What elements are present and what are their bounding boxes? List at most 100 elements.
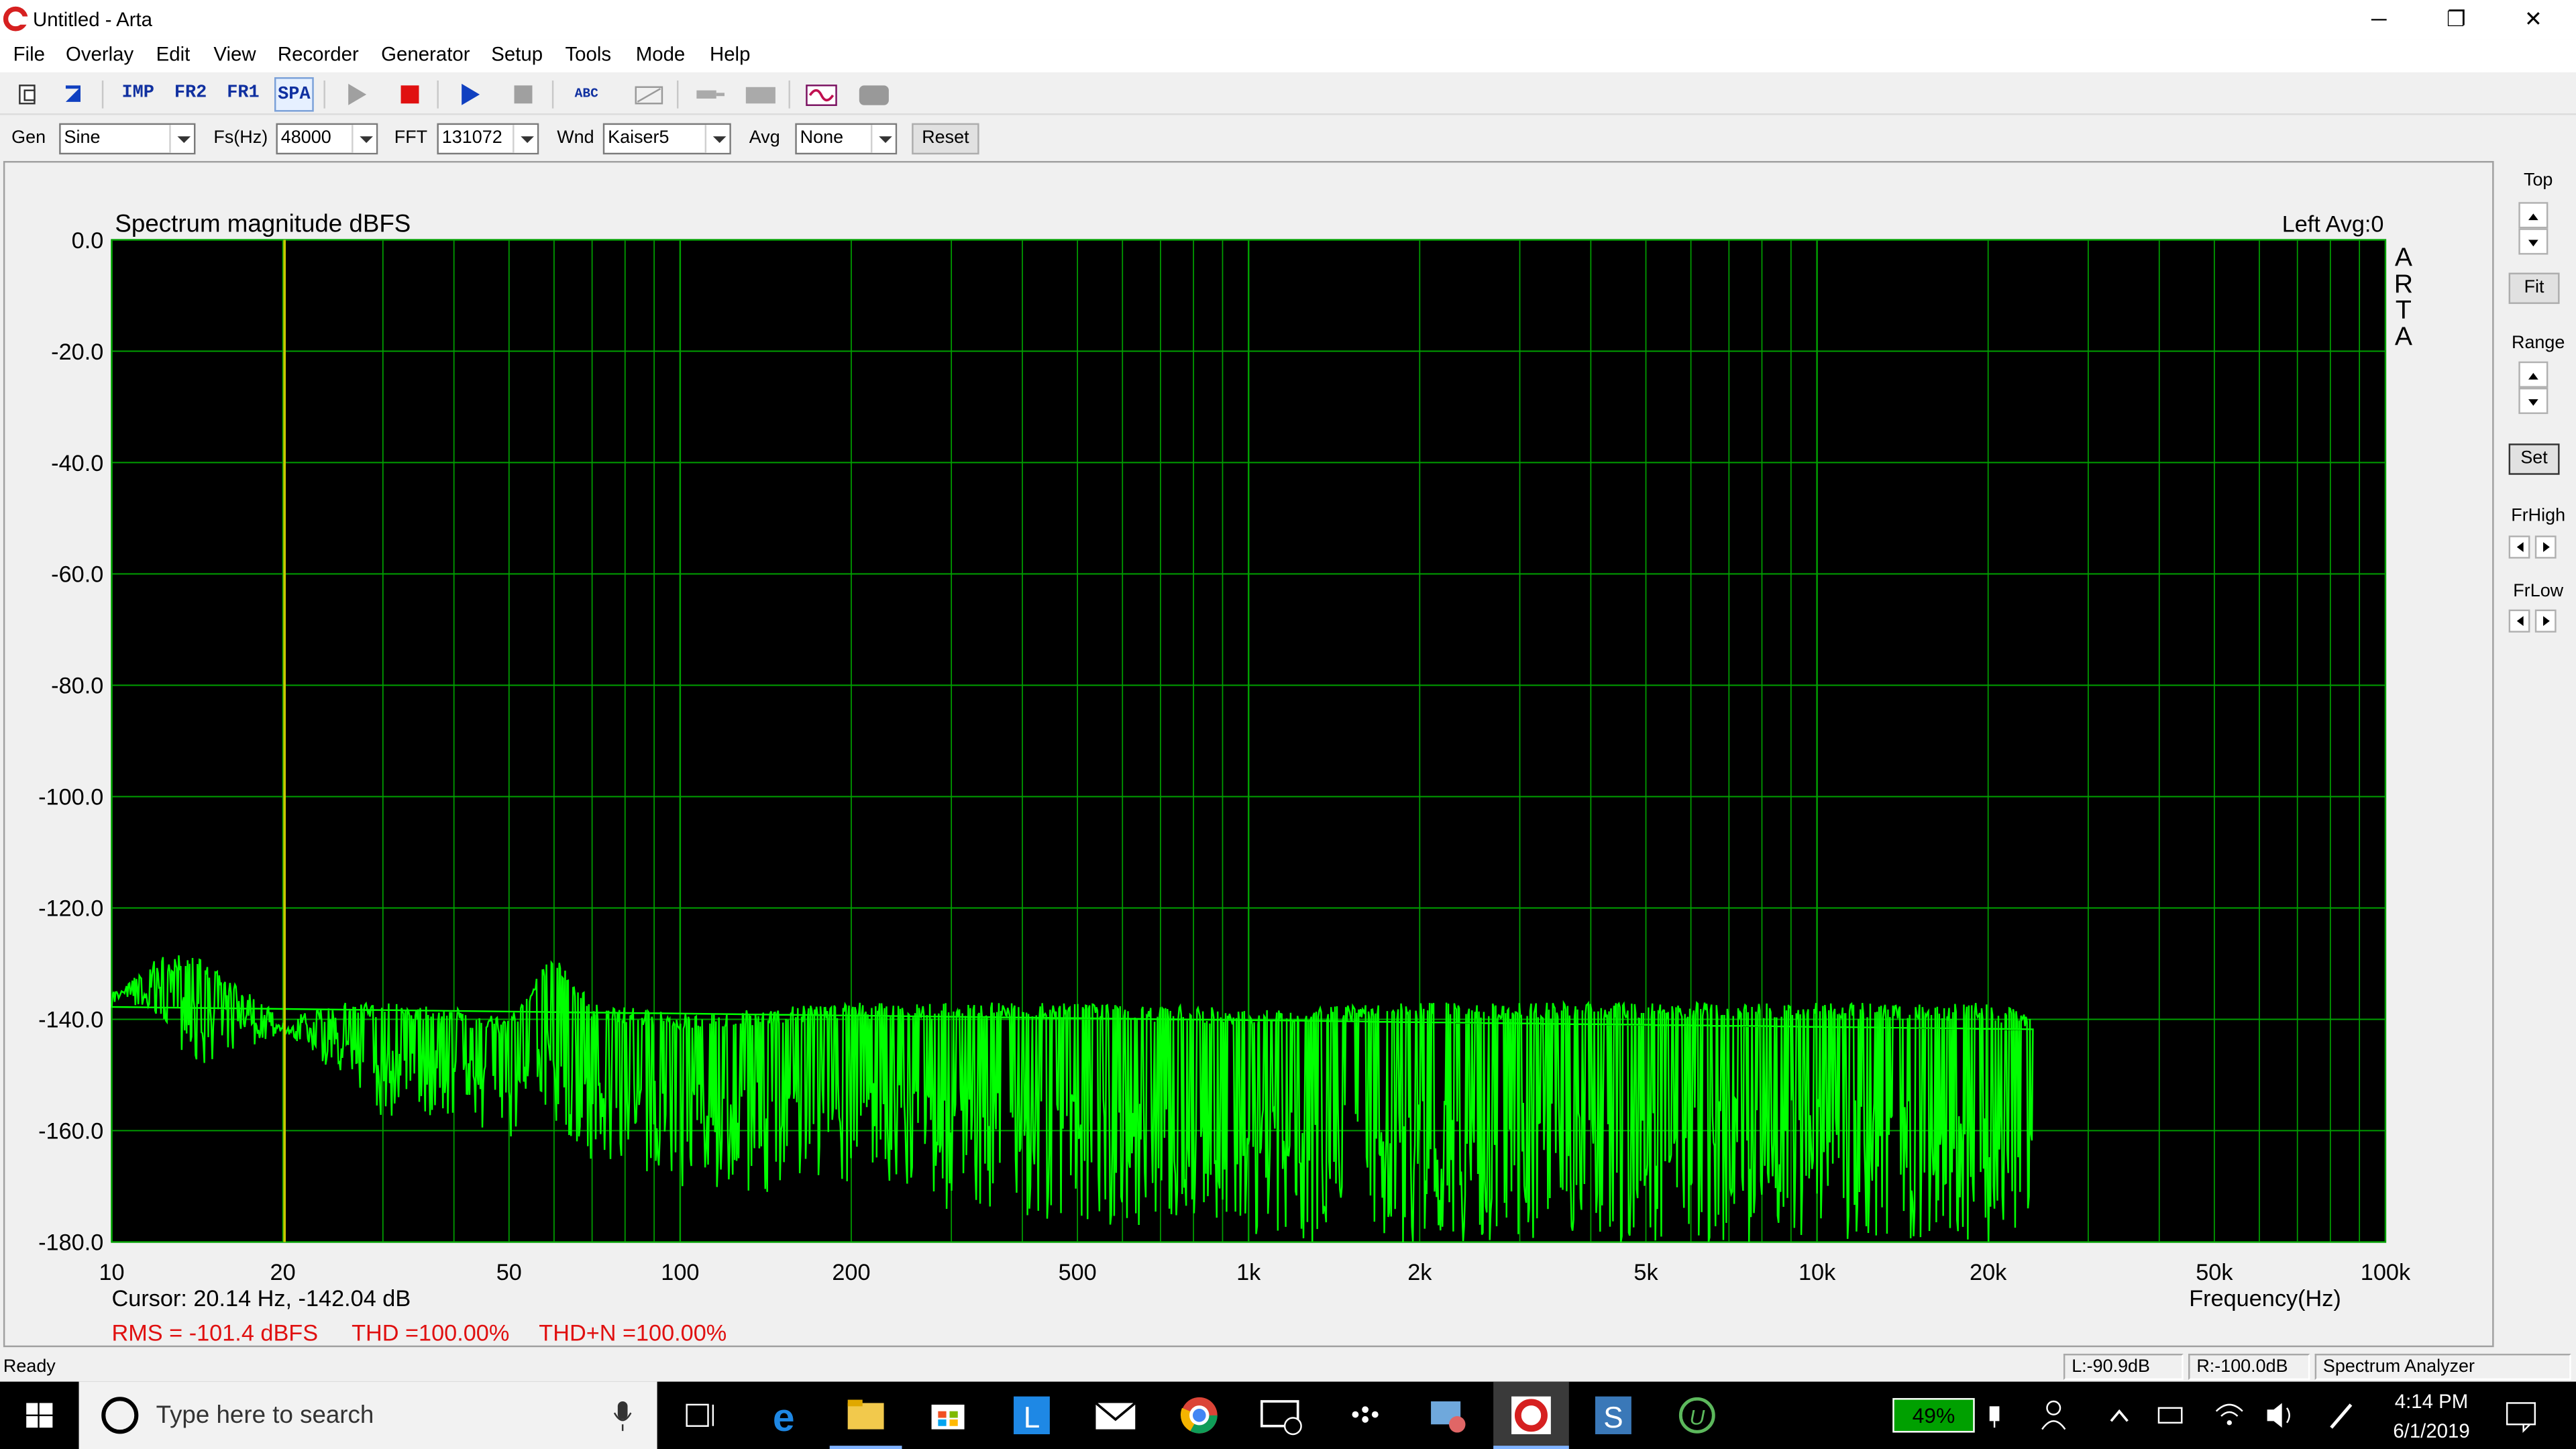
spectrum-chart[interactable]: Spectrum magnitude dBFS Left Avg:0 A R T… xyxy=(5,162,2492,1345)
remote-desktop-icon[interactable] xyxy=(1245,1382,1318,1449)
device-icon[interactable] xyxy=(741,77,780,111)
chevron-down-icon[interactable] xyxy=(704,125,730,153)
record-arrow-icon[interactable] xyxy=(54,77,94,111)
taskbar-search-box[interactable]: Type here to search xyxy=(78,1381,657,1449)
open-file-icon[interactable] xyxy=(8,77,48,111)
y-tick-label: -160.0 xyxy=(38,1119,103,1144)
speaker-box-icon[interactable] xyxy=(854,77,894,111)
store-icon[interactable] xyxy=(912,1382,984,1449)
rms-readout: RMS = -101.4 dBFS xyxy=(112,1320,319,1345)
thdn-readout: THD+N =100.00% xyxy=(539,1320,727,1345)
fs-select[interactable]: 48000 xyxy=(276,123,378,155)
y-tick-label: -60.0 xyxy=(51,562,103,588)
avg-value: None xyxy=(800,128,844,148)
probe-icon[interactable] xyxy=(690,77,730,111)
file-explorer-icon[interactable] xyxy=(829,1382,902,1449)
thd-readout: THD =100.00% xyxy=(352,1320,509,1345)
chevron-down-icon[interactable] xyxy=(169,125,194,153)
fr2-mode-button[interactable]: FR2 xyxy=(171,77,211,111)
l-app-icon[interactable]: L xyxy=(996,1382,1068,1449)
windows-start-icon[interactable] xyxy=(0,1382,79,1449)
menu-mode[interactable]: Mode xyxy=(636,43,686,66)
chevron-down-icon[interactable] xyxy=(870,125,896,153)
arta-taskbar-icon[interactable] xyxy=(1493,1381,1569,1449)
task-view-icon[interactable] xyxy=(665,1382,731,1449)
status-right-level: R:-100.0dB xyxy=(2188,1353,2310,1381)
menu-setup[interactable]: Setup xyxy=(491,43,543,66)
pen-icon[interactable] xyxy=(2323,1382,2359,1449)
top-up-arrow-icon[interactable] xyxy=(2518,202,2548,229)
x-tick-label: 10k xyxy=(1799,1260,1836,1285)
power-plug-icon[interactable] xyxy=(1980,1382,2009,1449)
minimize-button[interactable]: ─ xyxy=(2341,0,2417,40)
frlow-left-arrow-icon[interactable] xyxy=(2508,609,2530,633)
restore-button[interactable]: ❐ xyxy=(2418,0,2494,40)
fr1-mode-button[interactable]: FR1 xyxy=(223,77,263,111)
menu-help[interactable]: Help xyxy=(710,43,750,66)
frlow-right-arrow-icon[interactable] xyxy=(2534,609,2557,633)
x-tick-label: 500 xyxy=(1059,1260,1097,1285)
edge-browser-icon[interactable]: e xyxy=(747,1382,820,1449)
volume-icon[interactable] xyxy=(2262,1382,2298,1449)
control-bar: Gen Sine Fs(Hz) 48000 FFT 131072 Wnd Kai… xyxy=(0,116,2576,160)
gen-select[interactable]: Sine xyxy=(59,123,196,155)
s-app-icon[interactable]: S xyxy=(1577,1382,1650,1449)
menu-generator[interactable]: Generator xyxy=(381,43,470,66)
menu-overlay[interactable]: Overlay xyxy=(66,43,133,66)
chevron-down-icon[interactable] xyxy=(352,125,376,153)
notification-icon[interactable] xyxy=(2497,1382,2546,1449)
reset-button[interactable]: Reset xyxy=(912,123,979,155)
wifi-icon[interactable] xyxy=(2211,1382,2247,1449)
set-button[interactable]: Set xyxy=(2508,443,2560,475)
y-tick-label: -40.0 xyxy=(51,451,103,476)
people-icon[interactable] xyxy=(2034,1382,2074,1449)
overlay-icon[interactable] xyxy=(629,77,669,111)
chevron-up-icon[interactable] xyxy=(2103,1382,2136,1449)
wnd-select[interactable]: Kaiser5 xyxy=(602,123,731,155)
frhigh-left-arrow-icon[interactable] xyxy=(2508,535,2530,559)
chrome-icon[interactable] xyxy=(1163,1382,1236,1449)
svg-text:U: U xyxy=(1689,1405,1705,1429)
imp-mode-button[interactable]: IMP xyxy=(118,77,158,111)
menu-bar: File Overlay Edit View Recorder Generato… xyxy=(0,39,2576,72)
signal-wave-icon[interactable] xyxy=(802,77,841,111)
play-record-icon[interactable] xyxy=(450,77,490,111)
y-tick-label: -80.0 xyxy=(51,674,103,699)
range-up-arrow-icon[interactable] xyxy=(2518,361,2548,388)
watermark-letter: A xyxy=(2395,322,2413,351)
menu-tools[interactable]: Tools xyxy=(565,43,611,66)
y-tick-label: -100.0 xyxy=(38,785,103,810)
play-generator-icon[interactable] xyxy=(337,77,376,111)
u-app-icon[interactable]: U xyxy=(1661,1382,1733,1449)
fft-select[interactable]: 131072 xyxy=(437,123,539,155)
dots-app-icon[interactable] xyxy=(1329,1382,1401,1449)
toolbar-separator xyxy=(676,80,679,109)
svg-text:e: e xyxy=(773,1396,795,1440)
stop-red-icon[interactable] xyxy=(389,77,429,111)
menu-view[interactable]: View xyxy=(213,43,256,66)
battery-icon[interactable] xyxy=(2152,1382,2188,1449)
clock-time[interactable]: 4:14 PM xyxy=(2379,1390,2484,1413)
mail-icon[interactable] xyxy=(1079,1382,1152,1449)
abc-measure-button[interactable]: ABC xyxy=(565,77,608,111)
microphone-icon[interactable] xyxy=(608,1382,641,1449)
arta-app-icon[interactable] xyxy=(3,6,28,32)
fit-button[interactable]: Fit xyxy=(2508,272,2560,305)
range-down-arrow-icon[interactable] xyxy=(2518,387,2548,415)
spa-mode-button[interactable]: SPA xyxy=(274,77,314,112)
chevron-down-icon[interactable] xyxy=(513,125,537,153)
watermark-letter: T xyxy=(2396,296,2412,325)
close-button[interactable]: ✕ xyxy=(2496,0,2571,40)
menu-file[interactable]: File xyxy=(13,43,45,66)
menu-recorder[interactable]: Recorder xyxy=(278,43,359,66)
battery-indicator[interactable]: 49% xyxy=(1892,1398,1975,1433)
menu-edit[interactable]: Edit xyxy=(156,43,191,66)
stop-record-icon[interactable] xyxy=(502,77,542,111)
top-down-arrow-icon[interactable] xyxy=(2518,228,2548,255)
wnd-label: Wnd xyxy=(557,128,594,148)
network-tool-icon[interactable] xyxy=(1411,1382,1484,1449)
avg-select[interactable]: None xyxy=(795,123,898,155)
toolbar-separator xyxy=(437,80,439,109)
clock-date[interactable]: 6/1/2019 xyxy=(2379,1419,2484,1442)
frhigh-right-arrow-icon[interactable] xyxy=(2534,535,2557,559)
